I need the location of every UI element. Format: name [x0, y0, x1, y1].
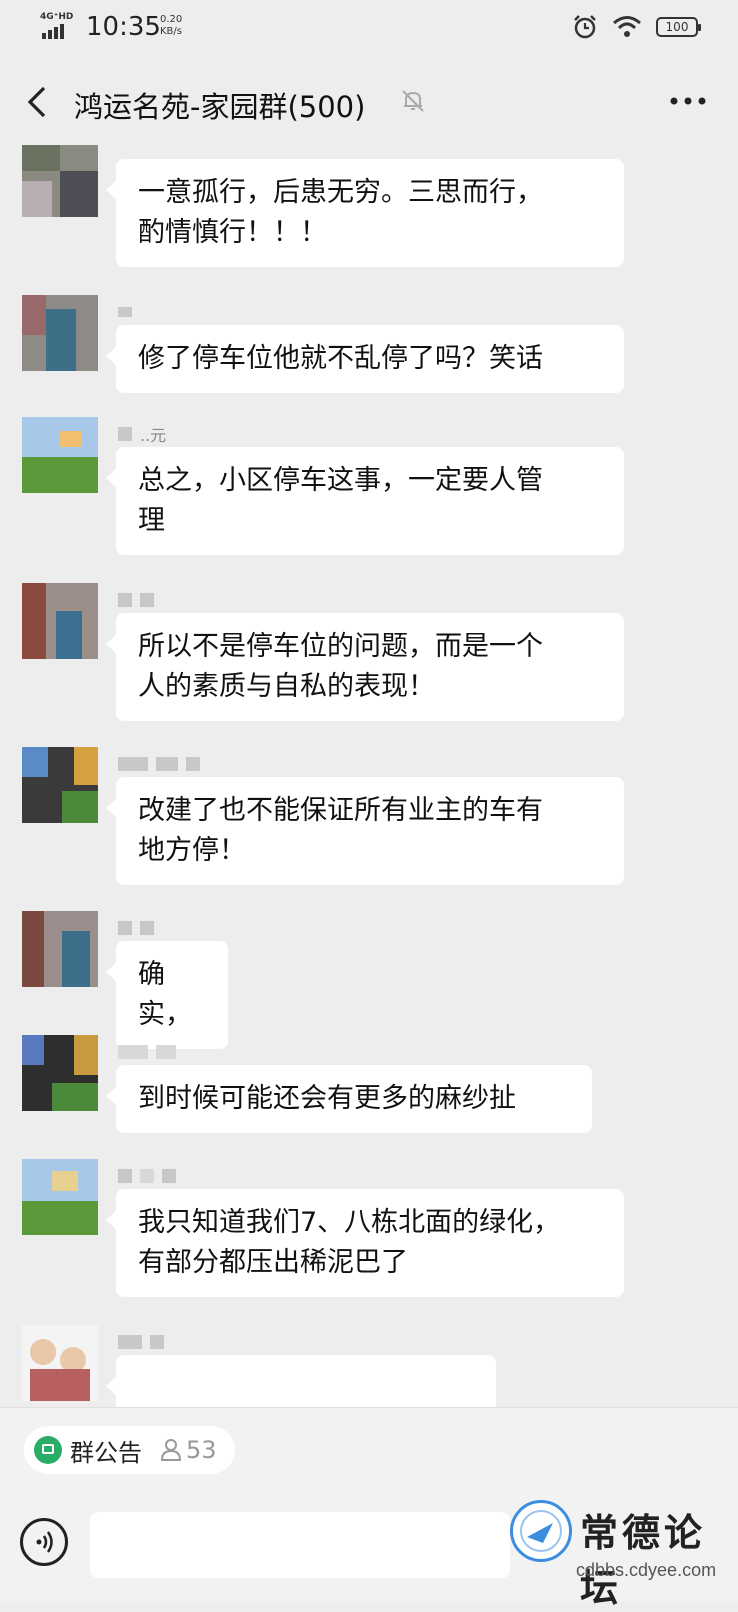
avatar[interactable]: [22, 295, 98, 371]
avatar[interactable]: [22, 145, 98, 217]
back-icon[interactable]: [20, 82, 56, 122]
forum-logo: [510, 1500, 572, 1562]
avatar[interactable]: [22, 1325, 98, 1401]
message-list[interactable]: 一意孤行，后患无穷。三思而行， 酌情慎行！！！ 修了停车位他就不乱停了吗？笑话 …: [0, 145, 738, 1407]
network-speed: 0.20 KB/s: [160, 14, 183, 37]
watermark-name: 常德论坛: [580, 1510, 707, 1610]
announcement-icon: [34, 1436, 62, 1464]
message-bubble[interactable]: 我只知道我们7、八栋北面的绿化， 有部分都压出稀泥巴了: [106, 1189, 624, 1297]
voice-icon: [36, 1531, 53, 1553]
message-bubble[interactable]: 一意孤行，后患无穷。三思而行， 酌情慎行！！！: [106, 159, 624, 267]
person-icon: [160, 1439, 182, 1461]
sender-name: [118, 1167, 176, 1185]
group-notice-label: 群公告: [70, 1438, 142, 1467]
battery-icon: 100: [656, 17, 701, 37]
more-options-icon[interactable]: [668, 88, 708, 114]
watermark-url: cdbbs.cdyee.com: [576, 1560, 717, 1580]
watermark: 常德论坛 cdbbs.cdyee.com: [510, 1496, 738, 1610]
avatar[interactable]: [22, 911, 98, 987]
member-count: 53: [160, 1436, 217, 1464]
avatar[interactable]: [22, 583, 98, 659]
message-bubble[interactable]: 改建了也不能保证所有业主的车有 地方停！: [106, 777, 624, 885]
sender-name: [118, 1333, 164, 1351]
message-bubble[interactable]: 所以不是停车位的问题，而是一个 人的素质与自私的表现！: [106, 613, 624, 721]
sender-name: [118, 303, 132, 321]
voice-input-button[interactable]: [20, 1518, 68, 1566]
mute-bell-icon: [402, 90, 424, 112]
sender-name: ..元: [118, 425, 166, 445]
signal-icon: 4G⁺HD: [40, 12, 76, 42]
sender-name: [118, 1043, 176, 1061]
alarm-icon: [574, 15, 596, 39]
sender-name: [118, 591, 154, 609]
chat-title: 鸿运名苑-家园群(500): [74, 90, 366, 124]
sender-name: [118, 755, 200, 773]
message-bubble[interactable]: 确实，: [106, 941, 228, 1049]
message-bubble[interactable]: 总之，小区停车这事，一定要人管 理: [106, 447, 624, 555]
wifi-icon: [613, 16, 641, 37]
clock: 10:35: [86, 12, 161, 42]
group-notice-button[interactable]: 群公告 53: [24, 1426, 235, 1474]
message-bubble[interactable]: 修了停车位他就不乱停了吗？笑话: [106, 325, 624, 393]
avatar[interactable]: [22, 417, 98, 493]
sender-name: [118, 919, 154, 937]
message-bubble[interactable]: 到时候可能还会有更多的麻纱扯: [106, 1065, 592, 1133]
message-bubble[interactable]: [106, 1355, 496, 1407]
avatar[interactable]: [22, 747, 98, 823]
avatar[interactable]: [22, 1159, 98, 1235]
status-bar: 4G⁺HD 10:35 0.20 KB/s 100: [0, 0, 738, 60]
bottom-bar: 群公告 53 常德论坛 cdbbs.cdyee.com: [0, 1407, 738, 1610]
network-type: 4G⁺HD: [40, 12, 74, 22]
chat-header: 鸿运名苑-家园群(500): [0, 72, 738, 132]
avatar[interactable]: [22, 1035, 98, 1111]
message-input[interactable]: [90, 1512, 510, 1578]
